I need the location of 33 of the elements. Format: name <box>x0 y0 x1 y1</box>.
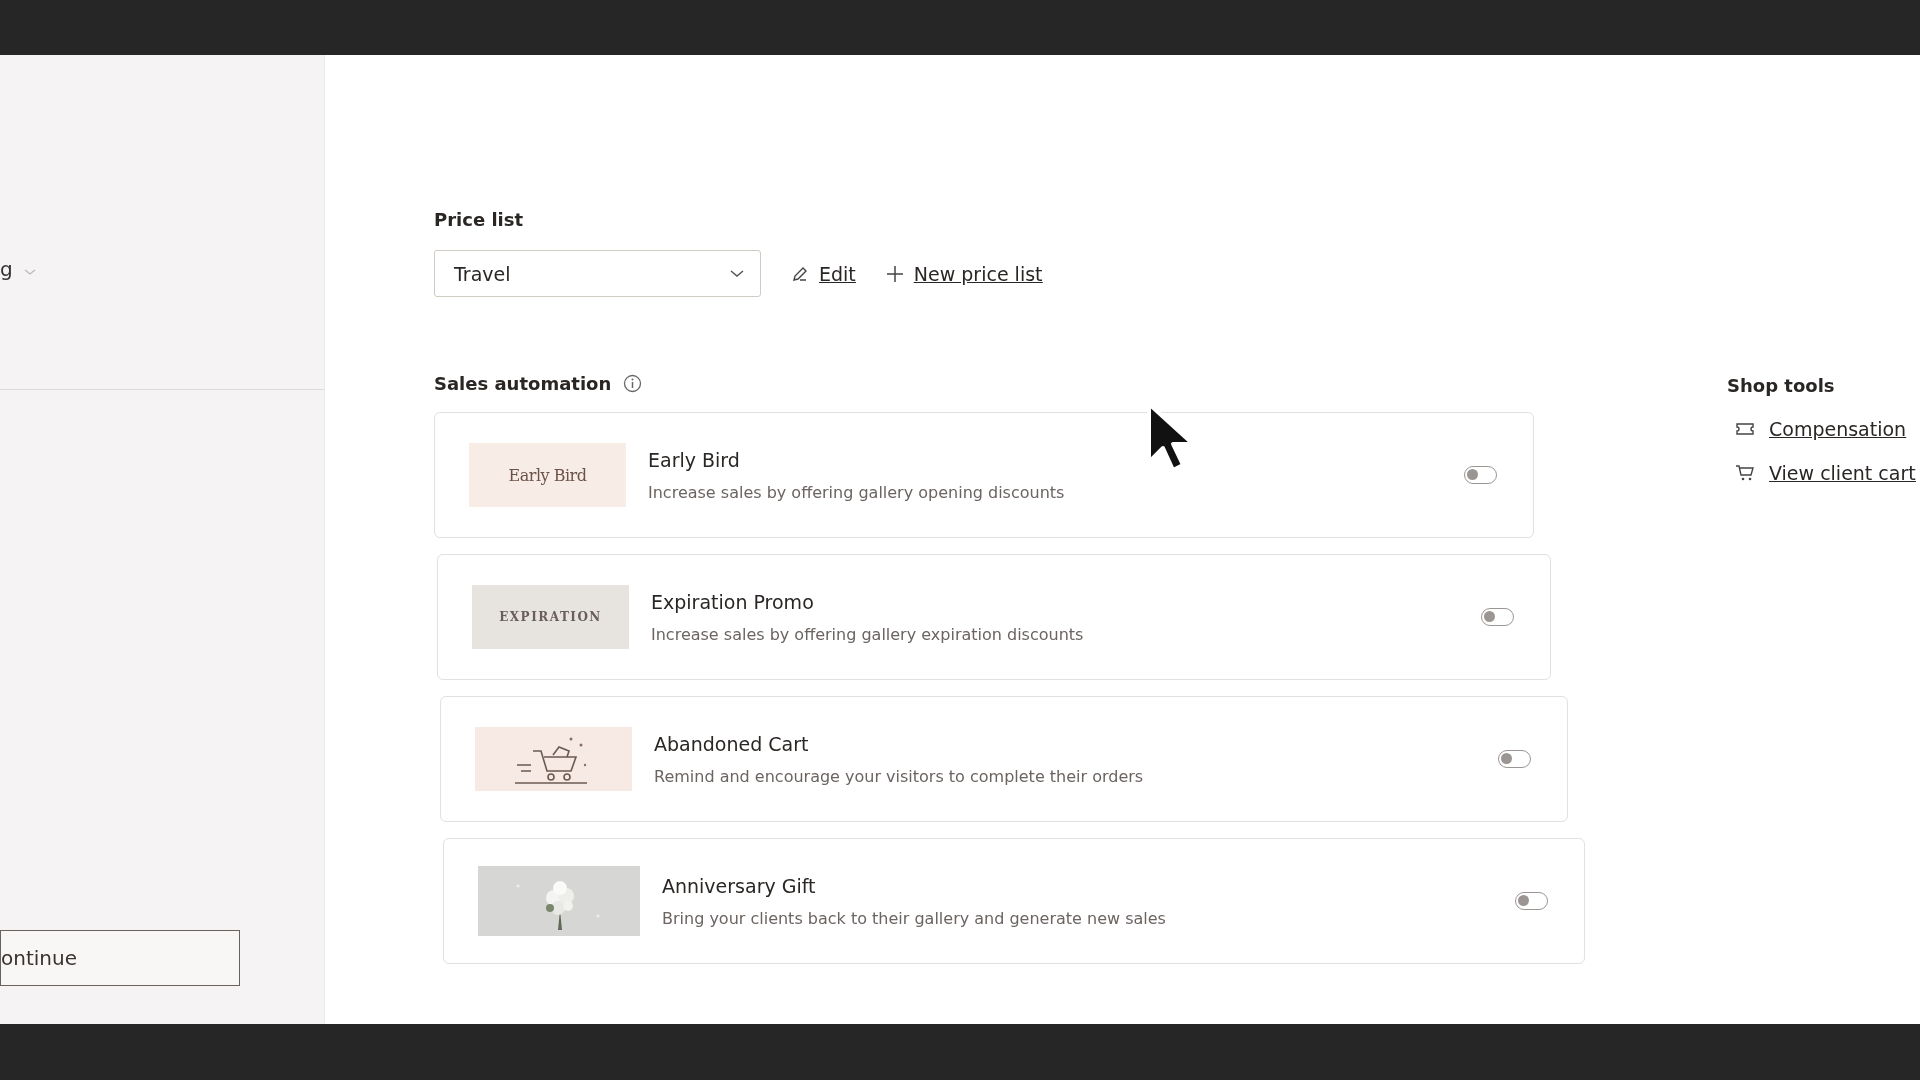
toggle-switch[interactable] <box>1498 750 1531 768</box>
edit-link[interactable]: Edit <box>791 262 856 285</box>
new-price-list-link[interactable]: New price list <box>885 262 1043 285</box>
continue-button[interactable]: ontinue <box>0 930 240 986</box>
automation-description: Remind and encourage your visitors to complete their orders <box>654 766 1145 786</box>
shop-tool-link[interactable]: Compensation <box>1727 418 1916 440</box>
automation-title: Early Bird <box>648 448 741 471</box>
section-label: Price list <box>434 209 525 230</box>
automation-title: Anniversary Gift <box>662 874 817 897</box>
automation-title: Expiration Promo <box>651 590 815 613</box>
automation-description: Increase sales by offering gallery opening discounts <box>648 482 1066 502</box>
chevron-icon <box>730 268 744 279</box>
price-list-dropdown[interactable]: Travel <box>434 250 761 297</box>
plus-icon <box>885 264 904 283</box>
toggle-switch[interactable] <box>1464 466 1497 484</box>
automation-card[interactable]: EXPIRATION Expiration Promo Increase sales by offering gallery expiration discounts <box>437 554 1551 680</box>
automation-card[interactable]: Abandoned Cart Remind and encourage your visitors to complete their orders <box>440 696 1568 822</box>
menu-label[interactable]: g <box>0 257 13 281</box>
automation-card[interactable]: Anniversary Gift Bring your clients back to their gallery and generate new sales <box>443 838 1585 964</box>
toggle-switch[interactable] <box>1481 608 1514 626</box>
shop-tool-link[interactable]: View client cart <box>1727 462 1916 484</box>
cart-icon <box>1735 464 1755 482</box>
ticket-icon <box>1735 421 1755 437</box>
toggle-switch[interactable] <box>1515 892 1548 910</box>
cover-text: Early Bird <box>508 465 587 485</box>
automation-description: Bring your clients back to their gallery and generate new sales <box>662 908 1167 928</box>
info-icon[interactable] <box>623 374 643 393</box>
automation-description: Increase sales by offering gallery expiration discounts <box>651 624 1085 644</box>
cover-text: EXPIRATION <box>499 610 602 624</box>
section-title: Sales automation <box>434 373 612 394</box>
automation-card[interactable]: Early Bird Early Bird Increase sales by offering gallery opening discounts <box>434 412 1534 538</box>
section-title: Shop tools <box>1727 375 1836 396</box>
automation-title: Abandoned Cart <box>654 732 810 755</box>
